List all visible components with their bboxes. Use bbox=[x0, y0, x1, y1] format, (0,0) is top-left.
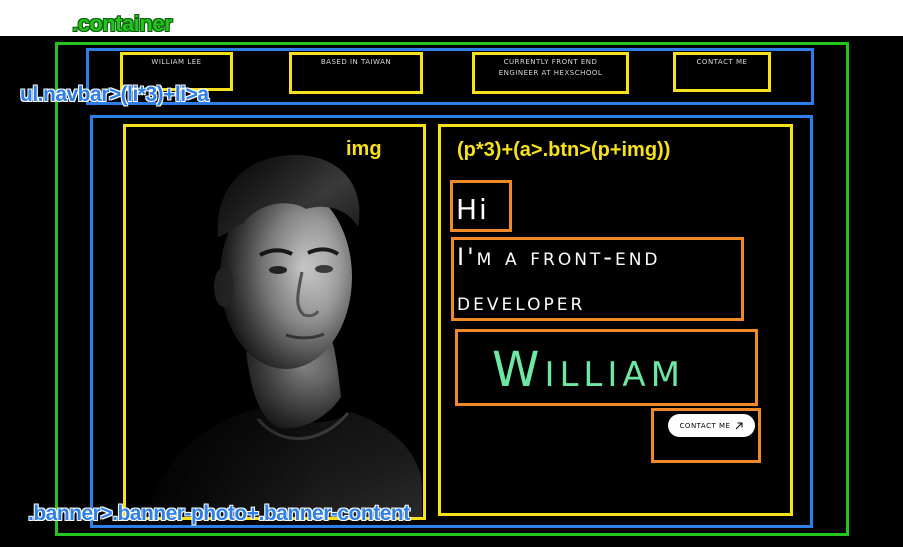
nav-item-based-in-taiwan: Based in Taiwan bbox=[320, 58, 392, 66]
role-text-line1: I'm a front-end bbox=[457, 243, 661, 271]
greeting-text: Hi bbox=[456, 193, 489, 226]
nav-link-contact-me[interactable]: Contact me bbox=[677, 57, 767, 68]
nav-item-currently-front-end: Currently front end engineer at hexschoo… bbox=[498, 58, 603, 77]
content-annotation: (p*3)+(a>.btn>(p+img)) bbox=[457, 139, 671, 161]
banner-annotation: .banner>.banner-photo+.banner-content bbox=[28, 502, 410, 525]
nav-item-william-lee: William Lee bbox=[151, 58, 202, 66]
navbar-annotation: ul.navbar>(li*3)+li>a bbox=[20, 83, 209, 106]
arrow-up-right-icon bbox=[736, 422, 743, 429]
container-annotation: .container bbox=[72, 11, 173, 36]
contact-button-label: Contact me bbox=[679, 421, 731, 430]
role-text-line2: developer bbox=[457, 288, 586, 316]
img-annotation: img bbox=[346, 138, 382, 160]
name-text: William bbox=[492, 342, 685, 398]
banner-photo-outline bbox=[123, 124, 426, 520]
contact-me-button[interactable]: Contact me bbox=[668, 414, 755, 437]
